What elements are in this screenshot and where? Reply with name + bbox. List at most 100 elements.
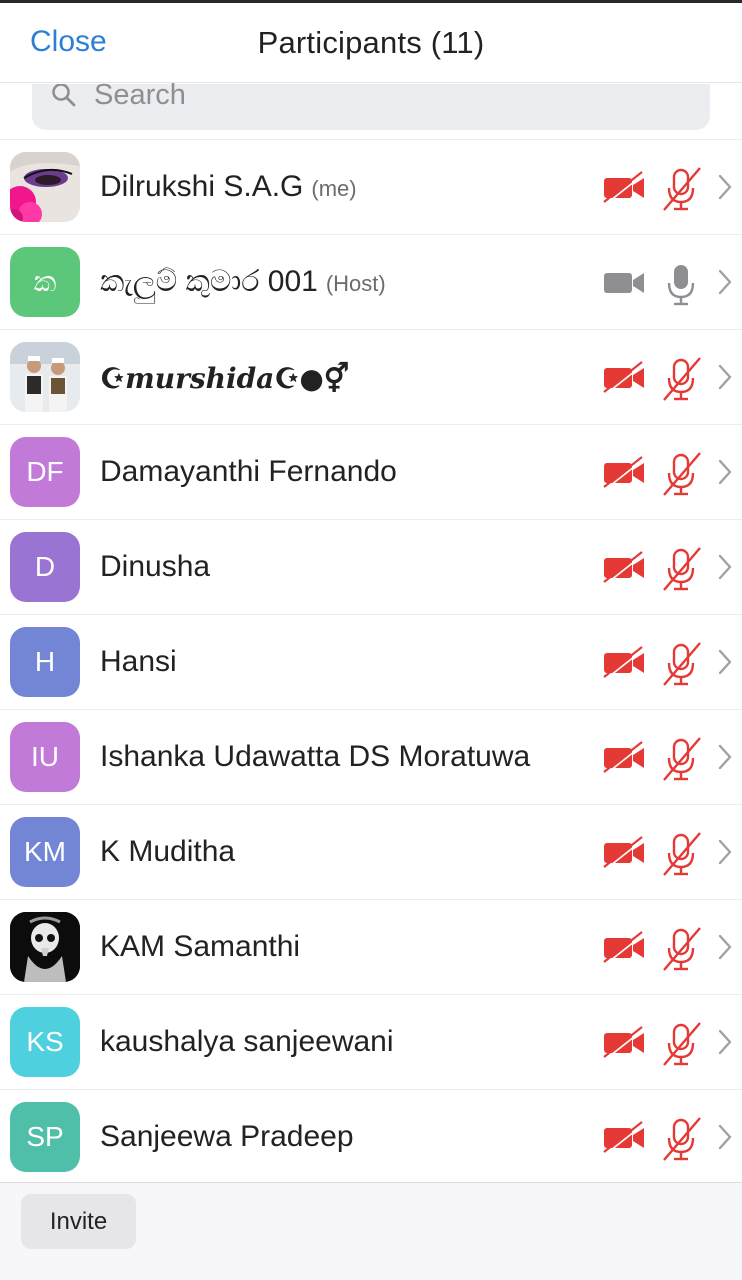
participant-row[interactable]: IU Ishanka Udawatta DS Moratuwa bbox=[0, 710, 742, 805]
participant-tag: (me) bbox=[311, 176, 357, 201]
avatar bbox=[10, 342, 80, 412]
participant-name-text: Dinusha bbox=[100, 550, 211, 583]
participant-name: Dinusha bbox=[100, 550, 210, 584]
video-off-icon[interactable] bbox=[602, 1025, 646, 1059]
header-bar: Close Participants (11) bbox=[0, 3, 742, 83]
mic-icon[interactable] bbox=[660, 261, 704, 307]
mic-muted-icon[interactable] bbox=[660, 166, 704, 212]
participant-row[interactable]: ☪murshida☪●⚥ bbox=[0, 330, 742, 425]
chevron-right-icon[interactable] bbox=[716, 1122, 734, 1152]
mic-muted-icon[interactable] bbox=[660, 641, 704, 687]
avatar: H bbox=[10, 627, 80, 697]
participant-row[interactable]: KS kaushalya sanjeewani bbox=[0, 995, 742, 1090]
mic-muted-icon[interactable] bbox=[660, 736, 704, 782]
avatar-initials: ක bbox=[33, 265, 57, 297]
participant-name: Damayanthi Fernando bbox=[100, 455, 397, 489]
chevron-right-icon[interactable] bbox=[716, 267, 734, 297]
chevron-right-icon[interactable] bbox=[716, 742, 734, 772]
participants-list: Dilrukshi S.A.G (me) ක කැලුම් කුමාර 001 (H… bbox=[0, 140, 742, 1185]
avatar: IU bbox=[10, 722, 80, 792]
makeup-eye-photo bbox=[10, 152, 80, 222]
participant-name: Sanjeewa Pradeep bbox=[100, 1120, 354, 1154]
video-off-icon[interactable] bbox=[602, 550, 646, 584]
mic-muted-icon[interactable] bbox=[660, 546, 704, 592]
avatar bbox=[10, 152, 80, 222]
chevron-right-icon[interactable] bbox=[716, 457, 734, 487]
participant-row[interactable]: SP Sanjeewa Pradeep bbox=[0, 1090, 742, 1185]
participant-name: KAM Samanthi bbox=[100, 930, 300, 964]
chevron-right-icon[interactable] bbox=[716, 1027, 734, 1057]
invite-button[interactable]: Invite bbox=[21, 1194, 136, 1249]
participant-name: Hansi bbox=[100, 645, 177, 679]
page-title: Participants (11) bbox=[257, 25, 485, 60]
mic-muted-icon[interactable] bbox=[660, 926, 704, 972]
participant-row[interactable]: D Dinusha bbox=[0, 520, 742, 615]
video-off-icon[interactable] bbox=[602, 170, 646, 204]
chevron-right-icon[interactable] bbox=[716, 552, 734, 582]
avatar: SP bbox=[10, 1102, 80, 1172]
footer-bar: Invite bbox=[0, 1182, 742, 1280]
video-icon[interactable] bbox=[602, 265, 646, 299]
avatar-initials: IU bbox=[31, 741, 59, 772]
avatar: KS bbox=[10, 1007, 80, 1077]
mic-muted-icon[interactable] bbox=[660, 1116, 704, 1162]
video-off-icon[interactable] bbox=[602, 835, 646, 869]
mic-muted-icon[interactable] bbox=[660, 831, 704, 877]
participant-name-text: kaushalya sanjeewani bbox=[100, 1025, 394, 1058]
avatar-initials: KS bbox=[26, 1026, 64, 1057]
participant-name-text: Dilrukshi S.A.G bbox=[100, 170, 304, 203]
avatar: ක bbox=[10, 247, 80, 317]
chevron-right-icon[interactable] bbox=[716, 647, 734, 677]
video-off-icon[interactable] bbox=[602, 1120, 646, 1154]
participant-row[interactable]: KAM Samanthi bbox=[0, 900, 742, 995]
participant-name: K Muditha bbox=[100, 835, 235, 869]
avatar-initials: KM bbox=[24, 836, 66, 867]
participant-name-text: Hansi bbox=[100, 645, 177, 678]
participant-row[interactable]: KM K Muditha bbox=[0, 805, 742, 900]
participant-tag: (Host) bbox=[325, 271, 386, 296]
video-off-icon[interactable] bbox=[602, 360, 646, 394]
decorative-emblem-icon: ☪ bbox=[100, 362, 126, 395]
participant-row[interactable]: H Hansi bbox=[0, 615, 742, 710]
participant-name: Ishanka Udawatta DS Moratuwa bbox=[100, 740, 530, 774]
skull-art-photo bbox=[10, 912, 80, 982]
avatar-initials: DF bbox=[26, 456, 64, 487]
mic-muted-icon[interactable] bbox=[660, 1021, 704, 1067]
participant-name: කැලුම් කුමාර 001 (Host) bbox=[100, 265, 386, 299]
avatar-initials: SP bbox=[26, 1121, 64, 1152]
avatar-initials: D bbox=[34, 551, 56, 582]
search-input[interactable] bbox=[94, 78, 674, 112]
search-bar[interactable] bbox=[32, 78, 710, 130]
participant-name: ☪murshida☪●⚥ bbox=[100, 362, 349, 395]
avatar: DF bbox=[10, 437, 80, 507]
decorative-emblem-icon: ☪●⚥ bbox=[274, 362, 350, 395]
participant-name: kaushalya sanjeewani bbox=[100, 1025, 394, 1059]
search-icon bbox=[52, 84, 76, 107]
video-off-icon[interactable] bbox=[602, 455, 646, 489]
mic-muted-icon[interactable] bbox=[660, 356, 704, 402]
mic-muted-icon[interactable] bbox=[660, 451, 704, 497]
participant-row[interactable]: DF Damayanthi Fernando bbox=[0, 425, 742, 520]
chevron-right-icon[interactable] bbox=[716, 172, 734, 202]
chevron-right-icon[interactable] bbox=[716, 837, 734, 867]
participant-row[interactable]: Dilrukshi S.A.G (me) bbox=[0, 140, 742, 235]
participant-name-text: murshida bbox=[125, 362, 275, 395]
video-off-icon[interactable] bbox=[602, 645, 646, 679]
chevron-right-icon[interactable] bbox=[716, 362, 734, 392]
avatar-initials: H bbox=[34, 646, 56, 677]
avatar: D bbox=[10, 532, 80, 602]
participant-name-text: K Muditha bbox=[100, 835, 236, 868]
video-off-icon[interactable] bbox=[602, 930, 646, 964]
participant-name-text: KAM Samanthi bbox=[100, 930, 301, 963]
avatar: KM bbox=[10, 817, 80, 887]
participant-row[interactable]: ක කැලුම් කුමාර 001 (Host) bbox=[0, 235, 742, 330]
participant-name-text: Ishanka Udawatta DS Moratuwa bbox=[100, 740, 531, 773]
participant-name: Dilrukshi S.A.G (me) bbox=[100, 170, 357, 204]
participant-name-text: Damayanthi Fernando bbox=[100, 455, 397, 488]
video-off-icon[interactable] bbox=[602, 740, 646, 774]
participant-name-text: කැලුම් කුමාර 001 bbox=[100, 265, 318, 298]
chevron-right-icon[interactable] bbox=[716, 932, 734, 962]
two-children-photo bbox=[10, 342, 80, 412]
participant-name-text: Sanjeewa Pradeep bbox=[100, 1120, 354, 1153]
avatar bbox=[10, 912, 80, 982]
